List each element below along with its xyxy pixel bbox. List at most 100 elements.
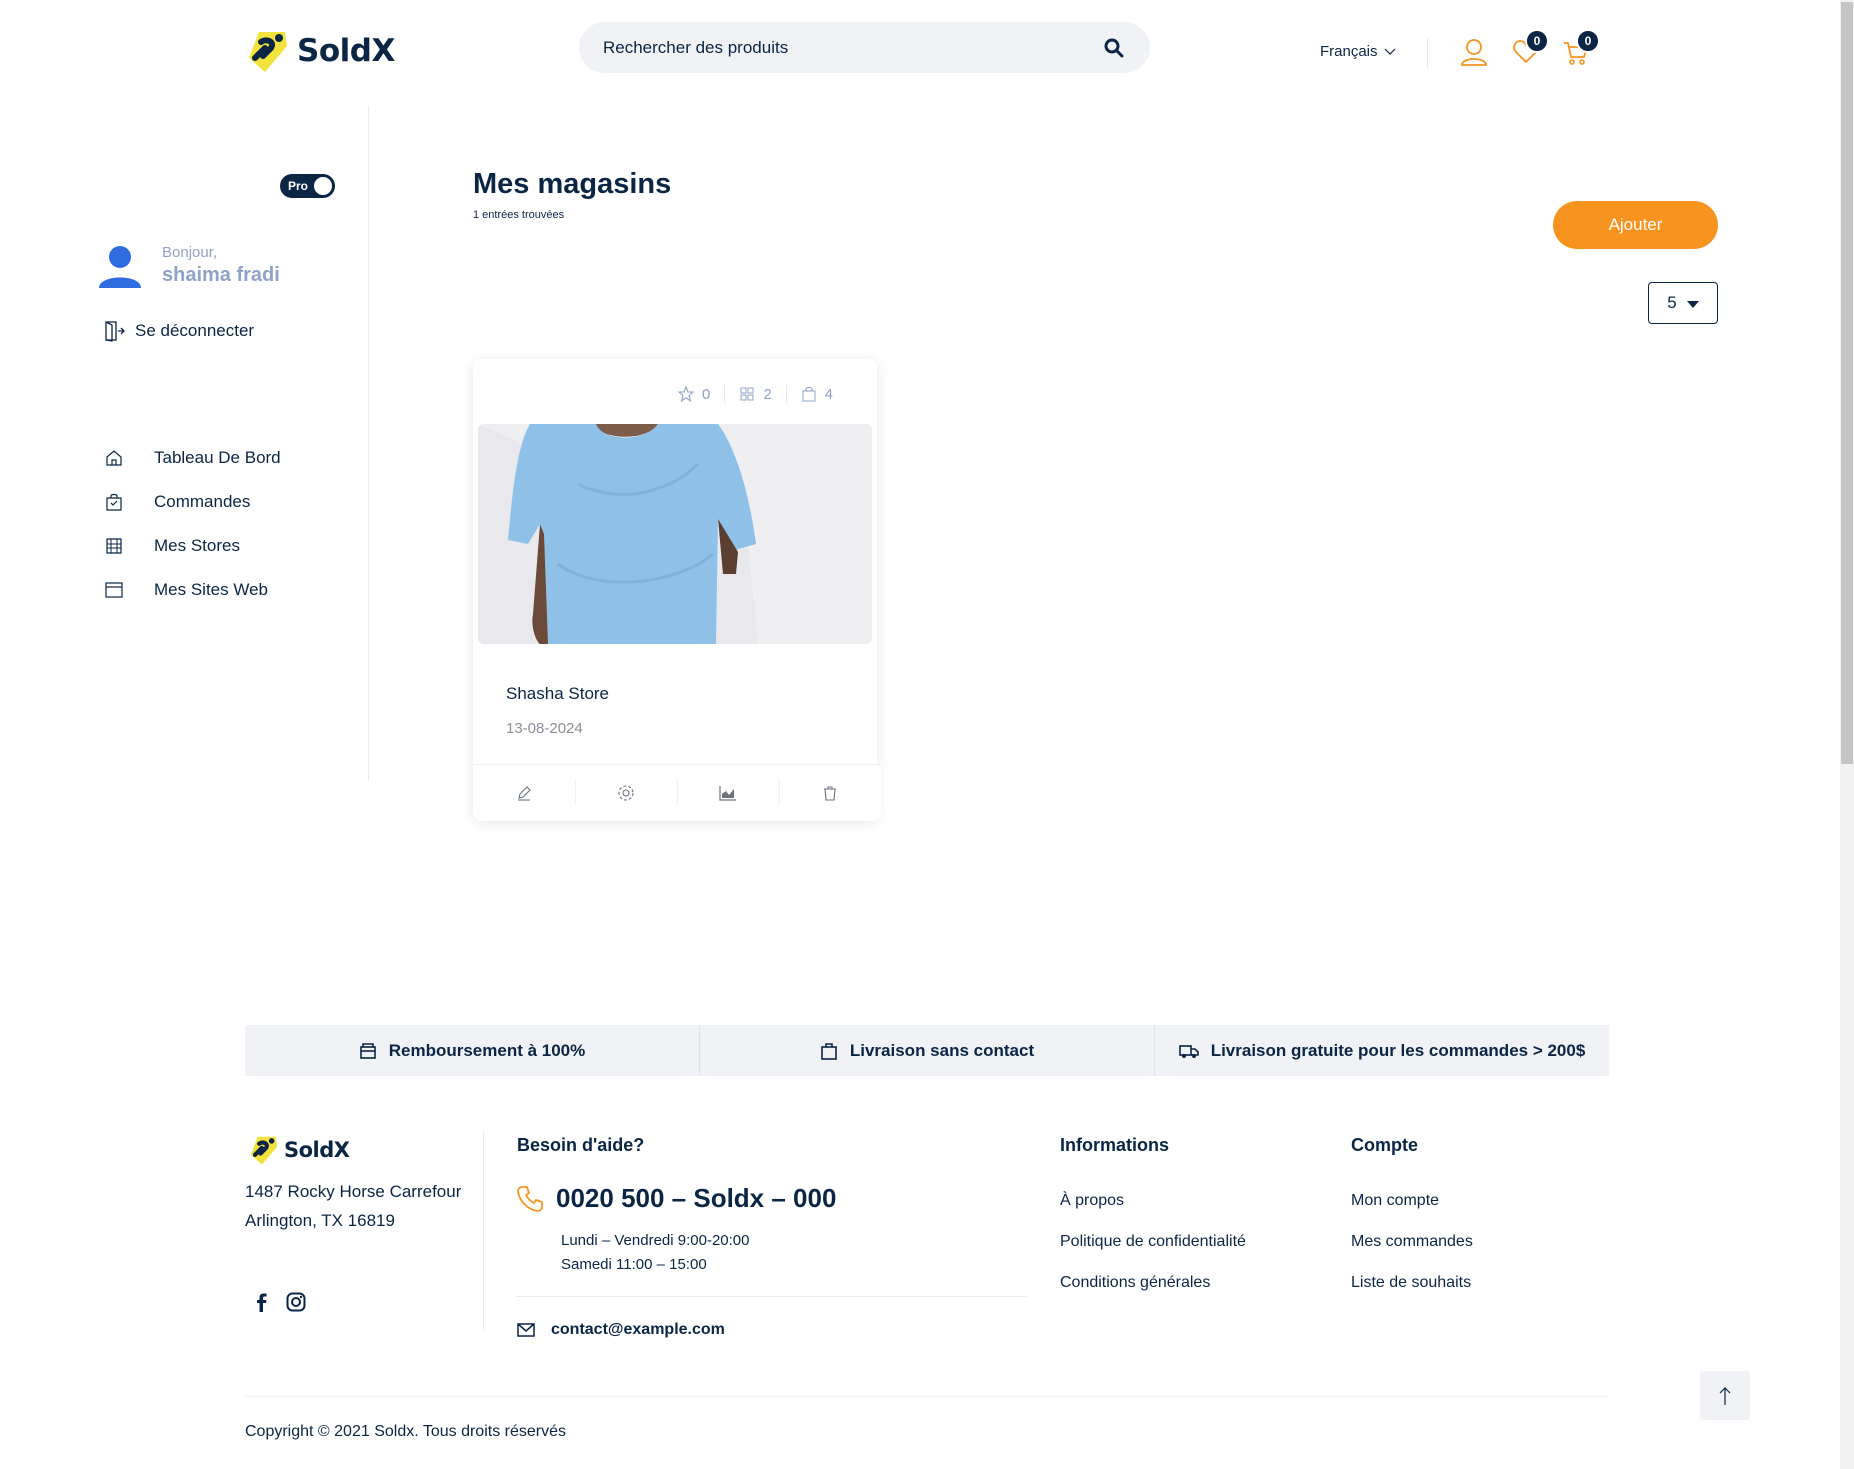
footer-link-my-orders[interactable]: Mes commandes	[1351, 1233, 1473, 1274]
help-divider	[516, 1296, 1027, 1297]
footer-link-wishlist[interactable]: Liste de souhaits	[1351, 1274, 1473, 1315]
language-label: Français	[1320, 43, 1378, 60]
feature-refund: Remboursement à 100%	[245, 1025, 699, 1076]
feature-contactless: Livraison sans contact	[699, 1025, 1154, 1076]
search-icon[interactable]	[1102, 36, 1126, 60]
feature-free-shipping: Livraison gratuite pour les commandes > …	[1154, 1025, 1609, 1076]
header-divider	[1427, 38, 1428, 68]
edit-store-button[interactable]	[473, 765, 575, 821]
bag-icon	[802, 387, 816, 402]
results-count: 1 entrées trouvées	[473, 209, 565, 221]
categories-value: 2	[763, 385, 772, 403]
info-heading: Informations	[1060, 1135, 1170, 1155]
sidebar-item-label: Mes Sites Web	[154, 580, 269, 599]
store-icon	[104, 536, 124, 556]
sidebar-item-stores[interactable]: Mes Stores	[104, 524, 281, 568]
per-page-value: 5	[1667, 293, 1677, 312]
star-icon	[677, 386, 694, 402]
footer-bottom-divider	[245, 1396, 1609, 1397]
user-name: shaima fradi	[162, 264, 280, 286]
sidebar-item-dashboard[interactable]: Tableau De Bord	[104, 436, 281, 480]
footer-logo[interactable]: SoldX	[248, 1134, 350, 1166]
caret-down-icon	[1686, 301, 1699, 308]
add-store-button[interactable]: Ajouter	[1553, 201, 1718, 249]
delete-store-button[interactable]	[779, 765, 881, 821]
footer-link-my-account[interactable]: Mon compte	[1351, 1192, 1473, 1233]
store-stats: 0 2 4	[664, 385, 847, 403]
footer-link-terms[interactable]: Conditions générales	[1060, 1274, 1246, 1315]
store-image	[478, 424, 872, 644]
footer-address: 1487 Rocky Horse Carrefour Arlington, TX…	[245, 1177, 461, 1235]
phone-number[interactable]: 0020 500 – Soldx – 000	[556, 1183, 836, 1214]
products-value: 4	[824, 385, 833, 403]
social-links	[252, 1292, 306, 1317]
grid-icon	[740, 387, 754, 401]
per-page-select[interactable]: 5	[1648, 282, 1718, 324]
opening-hours: Lundi – Vendredi 9:00-20:00 Samedi 11:00…	[561, 1229, 750, 1277]
bag-icon	[821, 1042, 837, 1060]
mail-icon	[517, 1323, 535, 1337]
address-line: 1487 Rocky Horse Carrefour	[245, 1182, 462, 1201]
footer-link-privacy[interactable]: Politique de confidentialité	[1060, 1233, 1246, 1274]
feature-label: Remboursement à 100%	[388, 1040, 586, 1060]
back-to-top-button[interactable]	[1700, 1371, 1750, 1420]
logo-mark-icon	[250, 1136, 278, 1165]
user-greeting: Bonjour, shaima fradi	[98, 244, 280, 288]
sidebar-item-websites[interactable]: Mes Sites Web	[104, 568, 281, 612]
browser-window-icon	[104, 580, 124, 600]
scrollbar[interactable]	[1840, 0, 1854, 1469]
footer-brand-name: SoldX	[284, 1138, 350, 1162]
store-analytics-button[interactable]	[677, 765, 779, 821]
store-settings-button[interactable]	[575, 765, 677, 821]
home-icon	[104, 448, 124, 468]
stat-categories: 2	[725, 386, 785, 403]
instagram-icon[interactable]	[286, 1292, 306, 1317]
avatar	[99, 246, 141, 288]
copyright: Copyright © 2021 Soldx. Tous droits rése…	[245, 1423, 566, 1440]
arrow-up-icon	[1719, 1386, 1731, 1405]
info-links: À propos Politique de confidentialité Co…	[1060, 1192, 1246, 1315]
logout-link[interactable]: Se déconnecter	[103, 320, 254, 342]
pro-toggle-label: Pro	[288, 179, 309, 193]
account-links: Mon compte Mes commandes Liste de souhai…	[1351, 1192, 1473, 1315]
feature-label: Livraison gratuite pour les commandes > …	[1210, 1040, 1586, 1060]
hours-line: Samedi 11:00 – 15:00	[561, 1256, 707, 1273]
phone-icon	[517, 1185, 543, 1212]
feature-label: Livraison sans contact	[849, 1040, 1035, 1060]
pro-toggle[interactable]: Pro	[280, 174, 335, 198]
logout-icon	[105, 321, 125, 342]
greeting-text: Bonjour,	[162, 244, 218, 261]
truck-icon	[1178, 1044, 1199, 1058]
sidebar-item-label: Tableau De Bord	[154, 448, 281, 467]
store-card[interactable]: 0 2 4 Shasha Store 13-08-2024	[473, 359, 881, 821]
chevron-down-icon	[1384, 48, 1395, 55]
footer-divider	[483, 1131, 484, 1330]
brand-name: SoldX	[297, 33, 395, 69]
sidebar-divider	[368, 106, 369, 780]
language-selector[interactable]: Français	[1320, 43, 1396, 60]
sidebar-item-orders[interactable]: Commandes	[104, 480, 281, 524]
wishlist-count-badge: 0	[1525, 29, 1549, 53]
logout-label: Se déconnecter	[135, 321, 255, 340]
user-account-icon[interactable]	[1461, 38, 1487, 71]
gear-icon	[618, 785, 634, 801]
rating-value: 0	[701, 385, 711, 403]
footer-link-about[interactable]: À propos	[1060, 1192, 1246, 1233]
shopping-bag-icon	[104, 492, 124, 512]
hours-line: Lundi – Vendredi 9:00-20:00	[561, 1232, 750, 1249]
search-input[interactable]	[603, 37, 1102, 58]
pencil-icon	[518, 786, 531, 801]
cart-count-badge: 0	[1576, 29, 1600, 53]
wallet-icon	[359, 1042, 376, 1059]
account-heading: Compte	[1351, 1135, 1418, 1155]
brand-logo[interactable]: SoldX	[245, 28, 395, 74]
email-contact[interactable]: contact@example.com	[517, 1321, 725, 1339]
stat-rating: 0	[664, 386, 724, 403]
facebook-icon[interactable]	[252, 1292, 270, 1317]
logo-mark-icon	[249, 32, 287, 72]
scrollbar-thumb[interactable]	[1841, 2, 1853, 764]
stat-products: 4	[787, 386, 847, 403]
trash-icon	[824, 786, 836, 801]
help-heading: Besoin d'aide?	[517, 1135, 645, 1155]
sidebar-nav: Tableau De Bord Commandes Mes Stores Mes…	[104, 436, 281, 612]
